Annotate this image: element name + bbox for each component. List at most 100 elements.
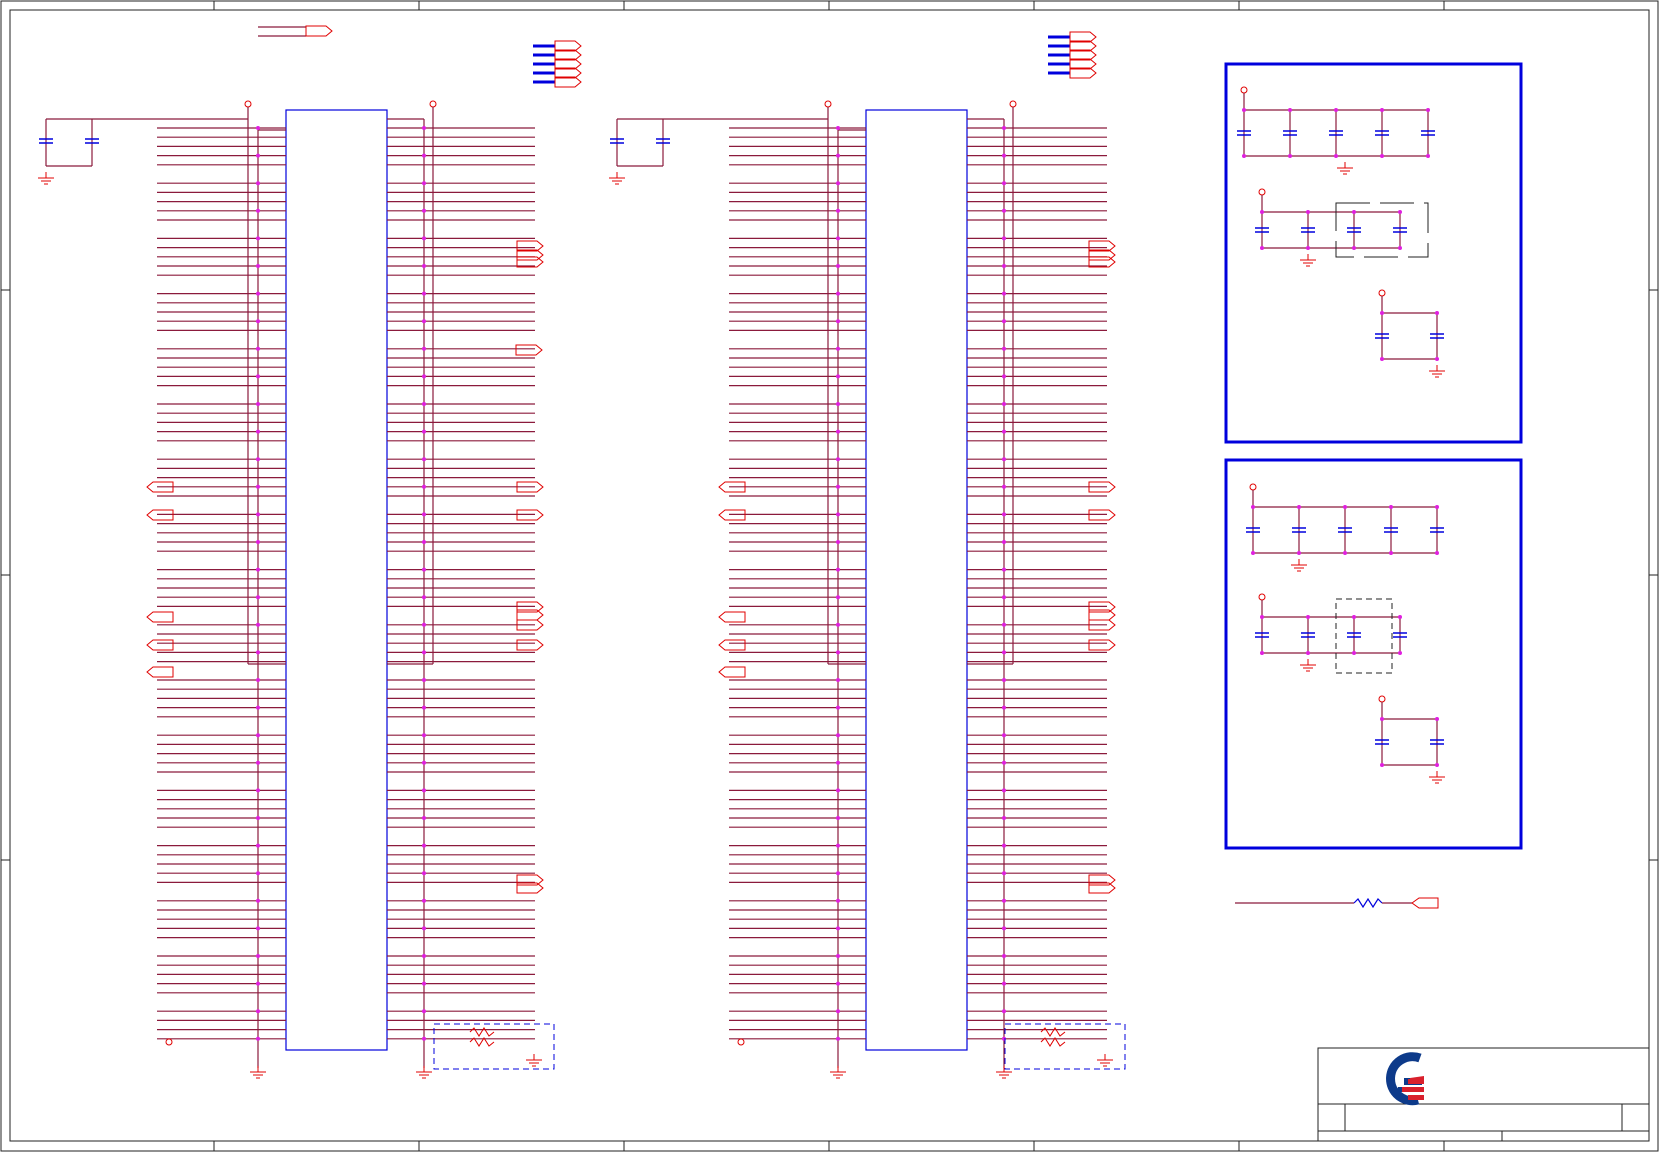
junction-dot: [422, 898, 426, 903]
junction-dot: [256, 540, 260, 544]
port-flag-icon: [718, 666, 746, 678]
junction-dot: [422, 595, 426, 600]
junction-dot: [1398, 615, 1402, 619]
junction-dot: [256, 788, 260, 793]
junction-dot: [1389, 551, 1393, 555]
junction-dot: [256, 650, 260, 655]
junction-dot: [836, 153, 840, 158]
junction-dot: [836, 484, 840, 489]
junction-dot: [836, 843, 840, 848]
ground-icon: [416, 1066, 432, 1079]
junction-dot: [256, 926, 260, 931]
junction-dot: [1002, 236, 1006, 241]
junction-dot: [1352, 210, 1356, 214]
junction-dot: [836, 788, 840, 793]
port-flag-icon: [516, 639, 544, 651]
junction-dot: [1002, 816, 1006, 820]
junction-dot: [422, 457, 426, 462]
power-pin-icon: [1249, 483, 1257, 491]
junction-dot: [256, 595, 260, 600]
junction-dot: [422, 264, 426, 268]
junction-dot: [1398, 210, 1402, 214]
junction-dot: [256, 319, 260, 324]
decoupling-cap-box-top: [1224, 62, 1523, 444]
junction-dot: [1002, 457, 1006, 462]
power-pin-icon: [1009, 100, 1017, 108]
junction-dot: [256, 236, 260, 241]
junction-dot: [422, 236, 426, 241]
junction-dot: [1002, 264, 1006, 268]
junction-dot: [422, 760, 426, 765]
junction-dot: [422, 843, 426, 848]
power-pin-icon: [429, 100, 437, 108]
termination-resistor: [1235, 897, 1439, 909]
junction-dot: [1435, 717, 1439, 721]
ground-icon: [1429, 365, 1445, 378]
decoupling-cap-box-bottom: [1224, 458, 1523, 850]
junction-dot: [256, 733, 260, 738]
junction-dot: [1380, 763, 1384, 767]
junction-dot: [256, 898, 260, 903]
junction-dot: [1002, 484, 1006, 489]
junction-dot: [422, 733, 426, 738]
junction-dot: [836, 1009, 840, 1014]
junction-dot: [1352, 246, 1356, 250]
power-pin-icon: [737, 1038, 745, 1046]
junction-dot: [1002, 843, 1006, 848]
company-logo: [1386, 1052, 1424, 1106]
junction-dot: [1260, 651, 1264, 655]
junction-dot: [1380, 311, 1384, 315]
junction-dot: [1002, 760, 1006, 765]
junction-dot: [1002, 1009, 1006, 1014]
junction-dot: [256, 622, 260, 627]
junction-dot: [836, 567, 840, 572]
junction-dot: [422, 1036, 426, 1041]
junction-dot: [836, 733, 840, 738]
junction-dot: [422, 484, 426, 489]
junction-dot: [1002, 208, 1006, 213]
junction-dot: [1306, 651, 1310, 655]
junction-dot: [836, 402, 840, 406]
junction-dot: [836, 264, 840, 268]
junction-dot: [836, 429, 840, 434]
port-flag-icon: [146, 666, 174, 678]
junction-dot: [256, 457, 260, 462]
junction-dot: [1002, 622, 1006, 627]
chip-right-net-wires: [609, 100, 1126, 1079]
junction-dot: [1002, 567, 1006, 572]
title-block: [1317, 1047, 1650, 1142]
power-pin-icon: [1378, 289, 1386, 297]
junction-dot: [422, 954, 426, 958]
junction-dot: [256, 208, 260, 213]
power-pin-icon: [1258, 188, 1266, 196]
junction-dot: [422, 871, 426, 876]
junction-dot: [422, 540, 426, 544]
chip-left-net-wires: [38, 100, 555, 1079]
junction-dot: [422, 291, 426, 296]
schematic-canvas: [0, 0, 1659, 1152]
junction-dot: [1398, 246, 1402, 250]
memory-chip-right: [865, 109, 968, 1051]
junction-dot: [1002, 540, 1006, 544]
junction-dot: [422, 181, 426, 186]
junction-dot: [256, 153, 260, 158]
ground-icon: [609, 172, 625, 185]
junction-dot: [256, 760, 260, 765]
junction-dot: [1002, 595, 1006, 600]
port-flag-icon: [146, 639, 174, 651]
junction-dot: [1435, 357, 1439, 361]
port-flag-icon: [718, 611, 746, 623]
frame-zone-ticks: [1, 1, 1658, 1151]
junction-dot: [1380, 357, 1384, 361]
junction-dot: [256, 678, 260, 682]
junction-dot: [1002, 954, 1006, 958]
junction-dot: [836, 622, 840, 627]
junction-dot: [1002, 678, 1006, 682]
junction-dot: [422, 705, 426, 710]
junction-dot: [1435, 505, 1439, 509]
junction-dot: [1288, 154, 1292, 158]
junction-dot: [836, 126, 840, 130]
ground-icon: [250, 1066, 266, 1079]
junction-dot: [256, 816, 260, 820]
port-flag-icon: [146, 611, 174, 623]
